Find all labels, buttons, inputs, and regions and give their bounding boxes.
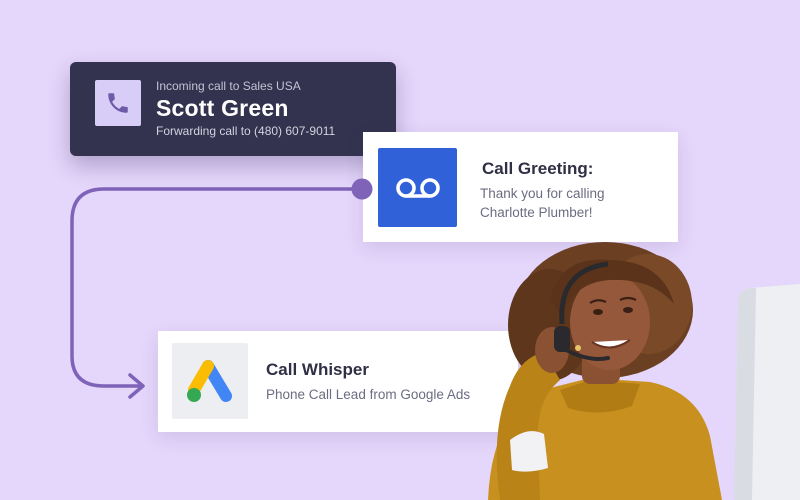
call-greeting-message-line2: Charlotte Plumber! — [480, 205, 593, 220]
call-greeting-title: Call Greeting: — [482, 159, 594, 178]
call-greeting-card: Call Greeting: Thank you for calling Cha… — [363, 132, 678, 242]
caller-name: Scott Green — [156, 95, 289, 121]
call-whisper-title: Call Whisper — [266, 360, 369, 379]
call-flow-illustration: Incoming call to Sales USA Scott Green F… — [0, 0, 800, 500]
incoming-call-label: Incoming call to Sales USA — [156, 79, 301, 93]
forwarding-number: Forwarding call to (480) 607-9011 — [156, 124, 336, 138]
call-greeting-message-line1: Thank you for calling — [480, 186, 605, 201]
google-ads-icon — [172, 343, 248, 419]
incoming-call-card: Incoming call to Sales USA Scott Green F… — [70, 62, 396, 156]
phone-icon — [95, 80, 141, 126]
voicemail-icon — [378, 148, 457, 227]
agent-photo — [488, 242, 800, 500]
